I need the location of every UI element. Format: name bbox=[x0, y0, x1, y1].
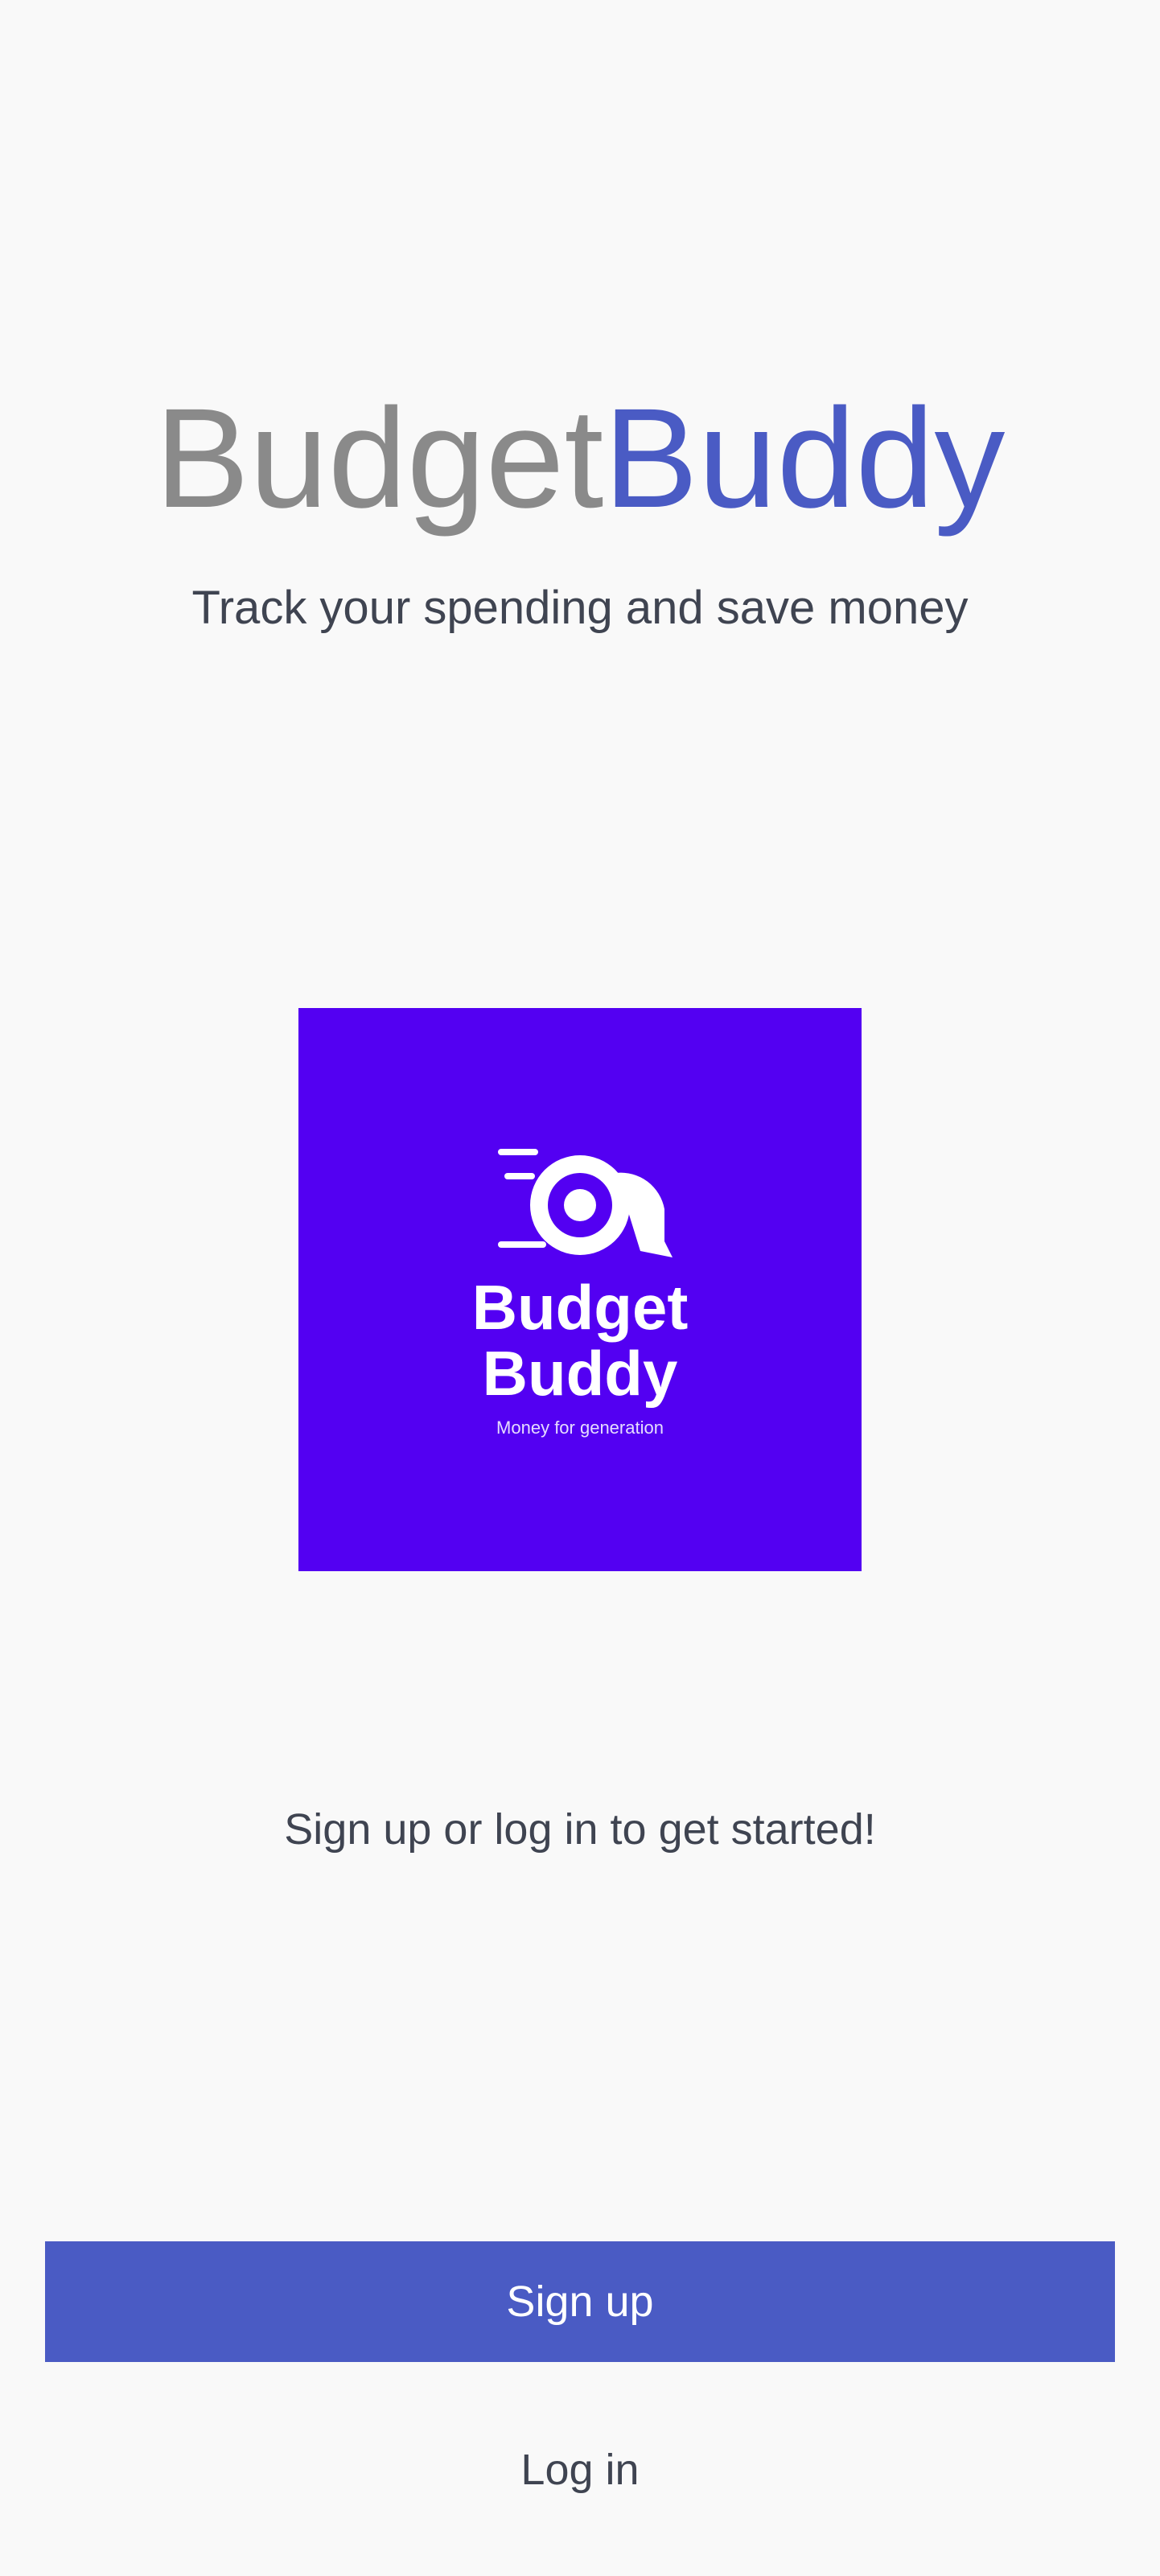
app-title-budget: Budget bbox=[154, 380, 604, 537]
app-title-buddy: Buddy bbox=[603, 380, 1006, 537]
logo-tagline: Money for generation bbox=[496, 1418, 664, 1438]
app-subtitle: Track your spending and save money bbox=[191, 582, 969, 634]
get-started-prompt: Sign up or log in to get started! bbox=[284, 1805, 876, 1854]
logo-word-buddy: Buddy bbox=[482, 1338, 678, 1409]
budgetbuddy-logo: Budget Buddy Money for generation bbox=[298, 1008, 862, 1571]
logo-word-budget: Budget bbox=[471, 1272, 689, 1343]
app-title: BudgetBuddy bbox=[0, 378, 1160, 539]
log-in-button[interactable]: Log in bbox=[419, 2430, 741, 2510]
welcome-screen: BudgetBuddy Track your spending and save… bbox=[0, 0, 1160, 2576]
sign-up-button[interactable]: Sign up bbox=[45, 2241, 1115, 2362]
